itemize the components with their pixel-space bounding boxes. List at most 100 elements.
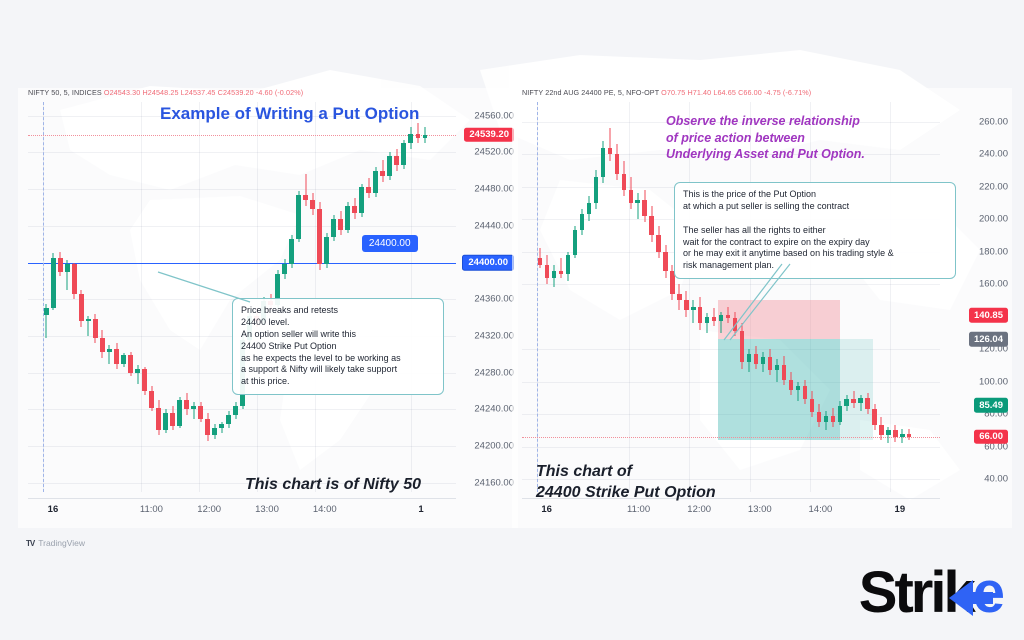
- candle-body: [296, 194, 301, 239]
- ohlc-open: O24543.30: [103, 88, 141, 97]
- candle-body: [893, 430, 898, 437]
- candle-body: [844, 399, 849, 406]
- y-axis-tick-label: 24440.00: [474, 220, 514, 232]
- price-tag-red[interactable]: 24539.20: [464, 127, 514, 143]
- candle-body: [170, 413, 175, 426]
- reward-zone-teal[interactable]: [718, 339, 840, 440]
- reward-zone-extend[interactable]: [839, 339, 874, 440]
- candlestick: [551, 264, 557, 288]
- candle-body: [900, 433, 905, 437]
- candlestick: [191, 402, 196, 419]
- candlestick: [198, 402, 203, 423]
- candle-body: [65, 264, 70, 272]
- y-axis-tick-label: 24240.00: [474, 403, 514, 415]
- ohlc-low: L64.65: [713, 88, 736, 97]
- candle-body: [226, 414, 231, 425]
- candle-body: [788, 379, 794, 390]
- candle-body: [809, 399, 814, 413]
- candle-body: [565, 254, 571, 275]
- ohlc-open: O70.75: [661, 88, 686, 97]
- candle-wick: [692, 300, 694, 323]
- gridline-horizontal: [28, 409, 456, 411]
- candle-body: [746, 353, 752, 362]
- x-axis-tick-label: 1: [418, 504, 424, 515]
- price-tag-blue[interactable]: 24400.00: [462, 254, 514, 271]
- candle-wick: [609, 128, 611, 161]
- candlestick: [886, 427, 891, 444]
- candlestick: [649, 206, 654, 242]
- candle-body: [100, 337, 105, 353]
- gridline-vertical: [314, 102, 316, 492]
- candlestick: [600, 141, 605, 184]
- candle-body: [600, 147, 605, 177]
- candlestick: [415, 123, 420, 144]
- candlestick: [212, 424, 217, 439]
- candlestick: [86, 315, 91, 336]
- right-chart-title: Observe the inverse relationship of pric…: [666, 114, 865, 161]
- candle-body: [572, 230, 578, 255]
- candle-body: [774, 365, 780, 371]
- candlestick: [114, 343, 119, 370]
- support-line-price-label[interactable]: 24400.00: [361, 234, 418, 252]
- candlestick: [184, 392, 189, 415]
- candlestick: [893, 425, 898, 442]
- price-tag-gray[interactable]: 126.04: [968, 331, 1008, 347]
- support-line-24400[interactable]: [28, 262, 456, 265]
- candlestick: [163, 409, 168, 434]
- y-axis-put-option[interactable]: 260.00 240.00 220.00 200.00 180.00 160.00 120.…: [940, 102, 1010, 492]
- y-axis-tick-label: 40.00: [984, 473, 1008, 485]
- candle-body: [865, 397, 870, 410]
- screenshot-root: NIFTY 50, 5, INDICES O24543.30 H24548.25…: [0, 0, 1024, 640]
- candle-body: [691, 306, 696, 310]
- candlestick: [177, 396, 182, 428]
- candlestick: [830, 407, 835, 427]
- candlestick: [579, 209, 585, 236]
- candle-body: [886, 430, 891, 436]
- candle-body: [537, 258, 543, 265]
- candle-body: [802, 386, 807, 400]
- candle-body: [198, 405, 203, 419]
- candle-wick: [560, 258, 562, 278]
- candlestick: [802, 379, 807, 405]
- price-tag-red[interactable]: 66.00: [974, 429, 1008, 444]
- candle-body: [338, 218, 343, 230]
- y-axis-tick-label: 24280.00: [474, 367, 514, 379]
- candlestick: [324, 233, 329, 269]
- candle-body: [135, 369, 140, 373]
- candlestick: [712, 308, 717, 327]
- y-axis-tick-label: 100.00: [978, 376, 1008, 387]
- y-axis-tick-label: 24560.00: [474, 110, 514, 122]
- candlestick: [387, 152, 392, 180]
- candle-body: [359, 187, 364, 213]
- candle-body: [607, 147, 612, 154]
- price-tag-green[interactable]: 85.49: [974, 397, 1008, 413]
- x-axis-nifty50[interactable]: 16 11:00 12:00 13:00 14:00 1: [28, 498, 456, 520]
- candlestick: [746, 349, 752, 372]
- candlestick: [753, 345, 759, 369]
- candle-body: [79, 293, 84, 322]
- y-axis-nifty50[interactable]: 24560.00 24520.00 24480.00 24440.00 24360.00…: [456, 102, 516, 492]
- candle-body: [114, 348, 119, 364]
- candlestick: [593, 170, 598, 210]
- candlestick: [58, 251, 63, 277]
- candlestick: [205, 413, 210, 441]
- candlestick: [851, 391, 856, 408]
- candlestick: [809, 391, 814, 418]
- candle-body: [677, 293, 682, 301]
- y-axis-tick-label: 200.00: [978, 213, 1008, 225]
- candle-wick: [776, 358, 778, 382]
- x-axis-tick-label: 14:00: [312, 504, 337, 515]
- candlestick: [373, 167, 378, 197]
- candle-body: [149, 391, 154, 408]
- ohlc-low: L24537.45: [180, 88, 216, 97]
- price-tag-red[interactable]: 140.85: [968, 307, 1008, 323]
- candlestick: [767, 349, 773, 375]
- candlestick: [128, 351, 133, 377]
- candle-body: [767, 357, 773, 371]
- gridline-horizontal: [28, 225, 456, 227]
- candlestick: [296, 191, 301, 243]
- candlestick: [156, 400, 161, 436]
- candle-body: [642, 199, 647, 216]
- candlestick: [219, 422, 224, 434]
- candle-body: [663, 251, 668, 271]
